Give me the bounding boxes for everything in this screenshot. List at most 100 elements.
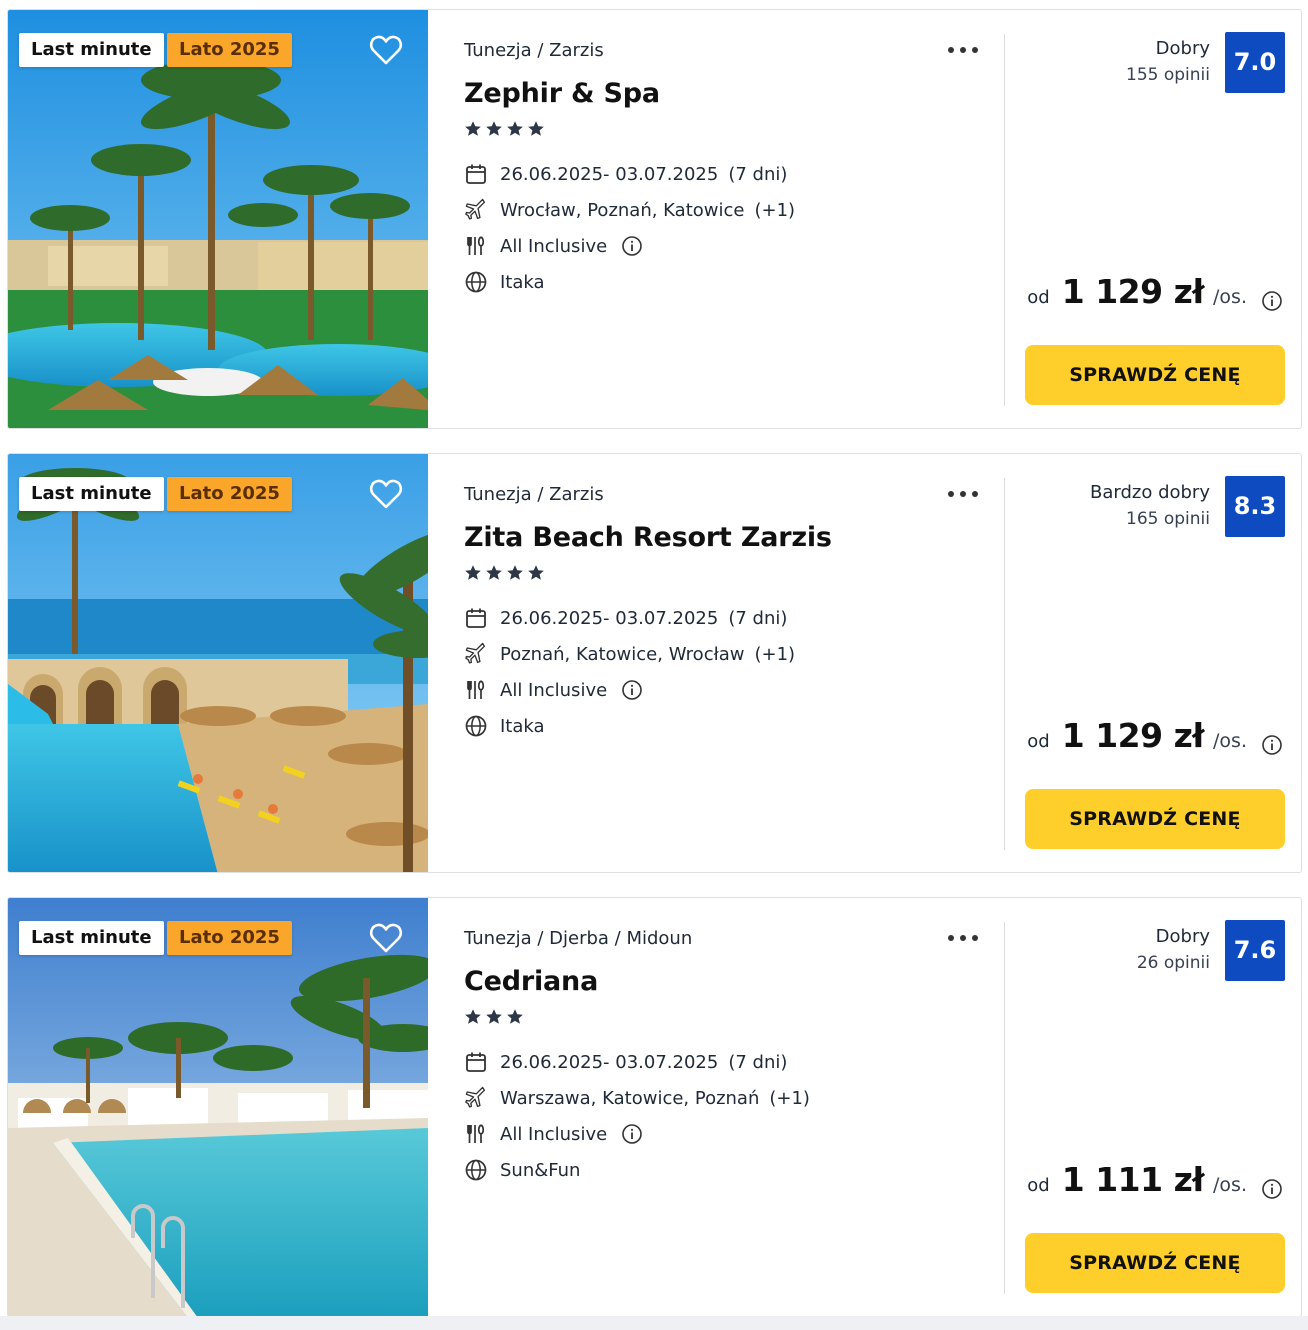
- location-breadcrumb[interactable]: Tunezja / Djerba / Midoun: [464, 928, 692, 949]
- price: od 1 129 zł /os.: [1027, 272, 1283, 322]
- info-icon[interactable]: [621, 1123, 643, 1145]
- heart-icon[interactable]: [366, 30, 406, 70]
- more-options-icon[interactable]: [946, 926, 980, 950]
- hotel-photo[interactable]: Last minute Lato 2025: [8, 10, 428, 428]
- star-icon: [507, 565, 523, 580]
- cutlery-icon: [467, 680, 485, 699]
- airplane-icon: [465, 642, 486, 664]
- rating-score-badge: 8.3: [1225, 476, 1285, 537]
- offer-card[interactable]: Last minute Lato 2025 Tunezja / Djerba /…: [7, 897, 1302, 1317]
- star-icon: [507, 121, 523, 136]
- rating-score-badge: 7.6: [1225, 920, 1285, 981]
- resort-photo-palms-pool: [8, 10, 428, 428]
- badge-last-minute: Last minute: [19, 921, 164, 955]
- feature-dates: 26.06.2025- 03.07.2025 (7 dni): [464, 1049, 787, 1075]
- price-prefix: od: [1027, 287, 1050, 308]
- star-icon: [528, 565, 544, 580]
- badge-last-minute: Last minute: [19, 33, 164, 67]
- reviews-count[interactable]: 26 opinii: [1137, 953, 1210, 973]
- operator-text[interactable]: Itaka: [500, 272, 545, 293]
- star-icon: [465, 565, 481, 580]
- reviews-count[interactable]: 155 opinii: [1126, 65, 1210, 85]
- offer-card[interactable]: Last minute Lato 2025 Tunezja / Zarzis Z…: [7, 453, 1302, 873]
- calendar-icon: [466, 164, 486, 184]
- hotel-stars: [464, 1008, 524, 1026]
- feature-dates: 26.06.2025- 03.07.2025 (7 dni): [464, 161, 787, 187]
- price: od 1 129 zł /os.: [1027, 716, 1283, 766]
- reviews-count[interactable]: 165 opinii: [1126, 509, 1210, 529]
- board-text: All Inclusive: [500, 679, 608, 701]
- hotel-photo[interactable]: Last minute Lato 2025: [8, 898, 428, 1316]
- price-suffix: /os.: [1213, 286, 1247, 308]
- feature-operator: Itaka: [464, 713, 545, 739]
- departures-extra[interactable]: (+1): [769, 1088, 810, 1109]
- price-value: 1 129 zł: [1061, 272, 1205, 311]
- divider: [1004, 34, 1005, 406]
- more-options-icon[interactable]: [946, 38, 980, 62]
- departures-text: Wrocław, Poznań, Katowice: [500, 199, 745, 221]
- price-value: 1 111 zł: [1061, 1160, 1205, 1199]
- duration-text: (7 dni): [728, 607, 788, 629]
- price-prefix: od: [1027, 731, 1050, 752]
- heart-icon[interactable]: [366, 474, 406, 514]
- feature-departures: Wrocław, Poznań, Katowice (+1): [464, 197, 795, 223]
- star-icon: [486, 1009, 502, 1024]
- offer-card[interactable]: Last minute Lato 2025 Tunezja / Zarzis Z…: [7, 9, 1302, 429]
- price-suffix: /os.: [1213, 730, 1247, 752]
- star-icon: [465, 1009, 481, 1024]
- feature-departures: Warszawa, Katowice, Poznań (+1): [464, 1085, 810, 1111]
- page-background-strip: [0, 1316, 1308, 1330]
- hotel-name[interactable]: Zephir & Spa: [464, 78, 660, 109]
- info-icon[interactable]: [621, 679, 643, 701]
- info-icon[interactable]: [621, 235, 643, 257]
- feature-departures: Poznań, Katowice, Wrocław (+1): [464, 641, 795, 667]
- offer-info: Tunezja / Zarzis Zita Beach Resort Zarzi…: [428, 454, 1004, 872]
- resort-photo-pool-bungalows: [8, 898, 428, 1316]
- rating-score-badge: 7.0: [1225, 32, 1285, 93]
- airplane-icon: [465, 198, 486, 220]
- price: od 1 111 zł /os.: [1027, 1160, 1283, 1210]
- info-icon[interactable]: [1261, 1178, 1283, 1200]
- cutlery-icon: [467, 236, 485, 255]
- info-icon[interactable]: [1261, 290, 1283, 312]
- board-text: All Inclusive: [500, 235, 608, 257]
- offer-info: Tunezja / Zarzis Zephir & Spa 26.06.2025…: [428, 10, 1004, 428]
- offer-info: Tunezja / Djerba / Midoun Cedriana 26.06…: [428, 898, 1004, 1316]
- calendar-icon: [466, 608, 486, 628]
- check-price-button[interactable]: SPRAWDŹ CENĘ: [1025, 345, 1285, 405]
- dates-text: 26.06.2025- 03.07.2025: [500, 163, 719, 185]
- star-icon: [486, 121, 502, 136]
- feature-operator: Itaka: [464, 269, 545, 295]
- heart-icon[interactable]: [366, 918, 406, 958]
- operator-text[interactable]: Itaka: [500, 716, 545, 737]
- star-icon: [465, 121, 481, 136]
- location-breadcrumb[interactable]: Tunezja / Zarzis: [464, 484, 604, 505]
- badge-season: Lato 2025: [167, 33, 292, 67]
- feature-board: All Inclusive: [464, 233, 643, 259]
- rating-label: Bardzo dobry: [1090, 482, 1210, 503]
- globe-icon: [465, 271, 487, 293]
- departures-extra[interactable]: (+1): [754, 200, 795, 221]
- info-icon[interactable]: [1261, 734, 1283, 756]
- price-value: 1 129 zł: [1061, 716, 1205, 755]
- check-price-button[interactable]: SPRAWDŹ CENĘ: [1025, 789, 1285, 849]
- dates-text: 26.06.2025- 03.07.2025: [500, 607, 719, 629]
- feature-dates: 26.06.2025- 03.07.2025 (7 dni): [464, 605, 787, 631]
- airplane-icon: [465, 1086, 486, 1108]
- star-icon: [507, 1009, 523, 1024]
- star-icon: [528, 121, 544, 136]
- resort-photo-sea-pool: [8, 454, 428, 872]
- departures-text: Poznań, Katowice, Wrocław: [500, 643, 745, 665]
- hotel-name[interactable]: Cedriana: [464, 966, 598, 997]
- hotel-photo[interactable]: Last minute Lato 2025: [8, 454, 428, 872]
- departures-extra[interactable]: (+1): [754, 644, 795, 665]
- badge-season: Lato 2025: [167, 477, 292, 511]
- more-options-icon[interactable]: [946, 482, 980, 506]
- operator-text[interactable]: Sun&Fun: [500, 1160, 580, 1181]
- hotel-name[interactable]: Zita Beach Resort Zarzis: [464, 522, 832, 553]
- location-breadcrumb[interactable]: Tunezja / Zarzis: [464, 40, 604, 61]
- departures-text: Warszawa, Katowice, Poznań: [500, 1087, 760, 1109]
- check-price-button[interactable]: SPRAWDŹ CENĘ: [1025, 1233, 1285, 1293]
- star-icon: [486, 565, 502, 580]
- hotel-stars: [464, 120, 545, 138]
